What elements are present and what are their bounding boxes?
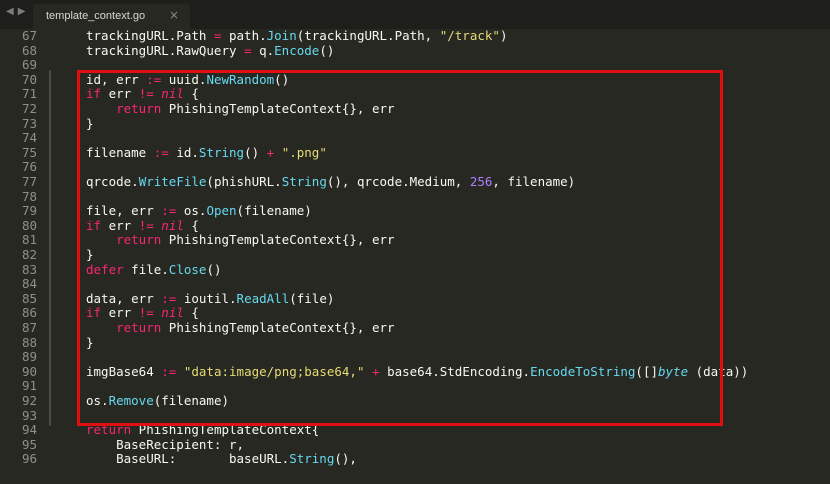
code-token: trackingURL.RawQuery (86, 42, 245, 58)
line-number: 67 (21, 28, 37, 43)
line-number: 78 (21, 188, 37, 204)
code-token: = (244, 42, 252, 58)
code-token: String (289, 451, 335, 467)
highlight-box (77, 70, 723, 426)
line-number: 74 (21, 130, 37, 146)
code-line[interactable]: 68 trackingURL.RawQuery = q.Encode() (0, 42, 830, 59)
line-number: 86 (21, 305, 37, 321)
line-number: 79 (21, 203, 37, 219)
code-token: (), (334, 451, 357, 467)
line-number: 68 (21, 42, 37, 58)
code-token: path. (221, 28, 267, 43)
code-line[interactable]: 96 BaseURL: baseURL.String(), (0, 452, 830, 467)
line-number: 72 (21, 101, 37, 116)
code-editor[interactable]: 67 trackingURL.Path = path.Join(trackingU… (0, 28, 830, 484)
line-number: 87 (21, 320, 37, 335)
code-token: "/track" (439, 28, 500, 43)
line-number: 93 (21, 407, 37, 423)
line-number: 69 (21, 57, 37, 73)
code-text: trackingURL.RawQuery = q.Encode() (86, 42, 335, 59)
line-number: 95 (21, 436, 37, 452)
tab-nav-arrows: ◀ ▶ (6, 6, 29, 17)
line-number: 83 (21, 261, 37, 277)
code-token: BaseRecipient: r, (86, 436, 245, 452)
triangle-right-icon[interactable]: ▶ (18, 6, 27, 17)
line-number: 70 (21, 71, 37, 87)
line-number: 84 (21, 276, 37, 292)
code-text: trackingURL.Path = path.Join(trackingURL… (86, 28, 508, 44)
line-number: 90 (21, 363, 37, 379)
line-number: 94 (21, 422, 37, 438)
line-number: 77 (21, 174, 37, 189)
tab-title: template_context.go (46, 10, 146, 22)
line-number: 96 (21, 451, 37, 467)
line-number: 89 (21, 349, 37, 365)
code-token: q. (251, 42, 275, 58)
line-number: 81 (21, 232, 37, 248)
line-number: 92 (21, 393, 37, 408)
code-token: trackingURL.Path (86, 28, 214, 43)
code-token: Encode (274, 42, 320, 58)
line-number: 73 (21, 115, 37, 131)
line-number: 71 (21, 86, 37, 102)
code-token: BaseURL: baseURL. (86, 451, 290, 467)
line-number: 82 (21, 247, 37, 262)
code-line[interactable]: 67 trackingURL.Path = path.Join(trackingU… (0, 28, 830, 44)
tab-bar: ◀ ▶ template_context.go × (0, 0, 830, 29)
code-token: (trackingURL.Path, (296, 28, 440, 43)
line-number: 85 (21, 290, 37, 306)
line-number: 76 (21, 159, 37, 175)
line-number: 91 (21, 378, 37, 394)
code-token: Join (266, 28, 297, 43)
tab-template-context[interactable]: template_context.go × (33, 4, 190, 29)
close-icon[interactable]: × (169, 8, 179, 22)
code-text: BaseRecipient: r, (86, 436, 245, 453)
code-token: () (319, 42, 335, 58)
line-number: 88 (21, 334, 37, 350)
line-number: 80 (21, 217, 37, 233)
line-number: 75 (21, 144, 37, 160)
code-text: BaseURL: baseURL.String(), (86, 452, 357, 467)
code-token: ) (499, 28, 508, 43)
triangle-left-icon[interactable]: ◀ (6, 6, 15, 17)
code-line[interactable]: 95 BaseRecipient: r, (0, 436, 830, 453)
